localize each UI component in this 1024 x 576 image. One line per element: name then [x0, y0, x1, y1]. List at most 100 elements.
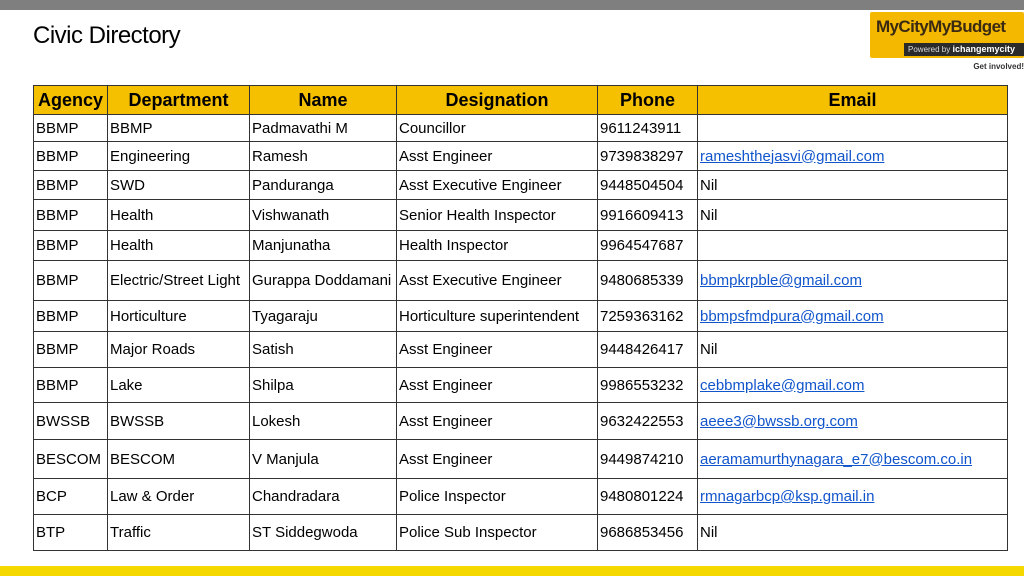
table-row: BTP Traffic ST Siddegwoda Police Sub Ins…: [33, 514, 1008, 551]
cell-department: BESCOM: [107, 439, 250, 479]
cell-designation: Police Sub Inspector: [396, 514, 598, 551]
cell-designation: Asst Executive Engineer: [396, 170, 598, 200]
header-agency: Agency: [33, 85, 108, 115]
cell-designation: Asst Executive Engineer: [396, 260, 598, 301]
cell-agency: BESCOM: [33, 439, 108, 479]
cell-email: [697, 114, 1008, 142]
table-row: BBMP BBMP Padmavathi M Councillor 961124…: [33, 114, 1008, 142]
cell-phone: 9632422553: [597, 402, 698, 440]
cell-email: aeramamurthynagara_e7@bescom.co.in: [697, 439, 1008, 479]
email-link[interactable]: rmnagarbcp@ksp.gmail.in: [700, 488, 874, 505]
cell-designation: Health Inspector: [396, 230, 598, 261]
cell-agency: BWSSB: [33, 402, 108, 440]
cell-department: Lake: [107, 367, 250, 403]
cell-agency: BTP: [33, 514, 108, 551]
email-link[interactable]: aeramamurthynagara_e7@bescom.co.in: [700, 451, 972, 468]
cell-agency: BBMP: [33, 331, 108, 368]
cell-department: Engineering: [107, 141, 250, 171]
cell-name: Satish: [249, 331, 397, 368]
cell-phone: 9449874210: [597, 439, 698, 479]
table-row: BBMP Electric/Street Light Gurappa Dodda…: [33, 260, 1008, 301]
cell-phone: 7259363162: [597, 300, 698, 332]
cell-designation: Councillor: [396, 114, 598, 142]
cell-agency: BCP: [33, 478, 108, 515]
cell-email: cebbmplake@gmail.com: [697, 367, 1008, 403]
table-row: BWSSB BWSSB Lokesh Asst Engineer 9632422…: [33, 402, 1008, 440]
cell-designation: Asst Engineer: [396, 331, 598, 368]
table-row: BBMP Horticulture Tyagaraju Horticulture…: [33, 300, 1008, 332]
cell-phone: 9480801224: [597, 478, 698, 515]
table-header-row: Agency Department Name Designation Phone…: [33, 85, 1008, 115]
email-link[interactable]: bbmpkrpble@gmail.com: [700, 272, 862, 289]
email-link[interactable]: bbmpsfmdpura@gmail.com: [700, 308, 884, 325]
cell-agency: BBMP: [33, 367, 108, 403]
email-link[interactable]: rameshthejasvi@gmail.com: [700, 148, 884, 165]
cell-email: rameshthejasvi@gmail.com: [697, 141, 1008, 171]
cell-designation: Asst Engineer: [396, 402, 598, 440]
header-name: Name: [249, 85, 397, 115]
cell-designation: Police Inspector: [396, 478, 598, 515]
cell-agency: BBMP: [33, 114, 108, 142]
page-title: Civic Directory: [33, 22, 181, 49]
header-phone: Phone: [597, 85, 698, 115]
table-row: BESCOM BESCOM V Manjula Asst Engineer 94…: [33, 439, 1008, 479]
table-row: BBMP Health Vishwanath Senior Health Ins…: [33, 199, 1008, 231]
cell-email: Nil: [697, 331, 1008, 368]
cell-name: Lokesh: [249, 402, 397, 440]
cell-email: bbmpsfmdpura@gmail.com: [697, 300, 1008, 332]
cell-name: Gurappa Doddamani: [249, 260, 397, 301]
cell-email: Nil: [697, 170, 1008, 200]
email-link[interactable]: aeee3@bwssb.org.com: [700, 413, 858, 430]
logo-powered-by: Powered by: [908, 45, 951, 54]
cell-agency: BBMP: [33, 300, 108, 332]
cell-phone: 9916609413: [597, 199, 698, 231]
logo-tagline: Get involved!: [973, 62, 1024, 71]
cell-name: Tyagaraju: [249, 300, 397, 332]
cell-phone: 9448426417: [597, 331, 698, 368]
cell-name: Manjunatha: [249, 230, 397, 261]
table-row: BBMP Major Roads Satish Asst Engineer 94…: [33, 331, 1008, 368]
logo-name: MyCityMyBudget: [876, 17, 1006, 36]
cell-phone: 9448504504: [597, 170, 698, 200]
table-row: BBMP Health Manjunatha Health Inspector …: [33, 230, 1008, 261]
cell-agency: BBMP: [33, 141, 108, 171]
logo-background: MyCityMyBudget Powered by ichangemycity: [870, 12, 1024, 58]
header-email: Email: [697, 85, 1008, 115]
cell-name: Vishwanath: [249, 199, 397, 231]
cell-email: Nil: [697, 199, 1008, 231]
cell-name: Panduranga: [249, 170, 397, 200]
cell-department: Horticulture: [107, 300, 250, 332]
cell-designation: Horticulture superintendent: [396, 300, 598, 332]
table-row: BBMP Lake Shilpa Asst Engineer 998655323…: [33, 367, 1008, 403]
cell-department: Electric/Street Light: [107, 260, 250, 301]
mycitymybudget-logo: MyCityMyBudget Powered by ichangemycity …: [870, 12, 1024, 74]
cell-department: Traffic: [107, 514, 250, 551]
cell-phone: 9480685339: [597, 260, 698, 301]
cell-phone: 9739838297: [597, 141, 698, 171]
cell-name: Ramesh: [249, 141, 397, 171]
cell-agency: BBMP: [33, 260, 108, 301]
cell-email: rmnagarbcp@ksp.gmail.in: [697, 478, 1008, 515]
cell-phone: 9686853456: [597, 514, 698, 551]
header-designation: Designation: [396, 85, 598, 115]
table-row: BCP Law & Order Chandradara Police Inspe…: [33, 478, 1008, 515]
bottom-band: [0, 566, 1024, 576]
cell-name: V Manjula: [249, 439, 397, 479]
cell-department: Major Roads: [107, 331, 250, 368]
cell-department: SWD: [107, 170, 250, 200]
cell-designation: Asst Engineer: [396, 367, 598, 403]
cell-designation: Asst Engineer: [396, 141, 598, 171]
cell-department: Health: [107, 199, 250, 231]
directory-table: Agency Department Name Designation Phone…: [33, 85, 1008, 551]
header-department: Department: [107, 85, 250, 115]
table-row: BBMP SWD Panduranga Asst Executive Engin…: [33, 170, 1008, 200]
table-row: BBMP Engineering Ramesh Asst Engineer 97…: [33, 141, 1008, 171]
email-link[interactable]: cebbmplake@gmail.com: [700, 377, 864, 394]
cell-name: Chandradara: [249, 478, 397, 515]
logo-brand: ichangemycity: [952, 44, 1016, 54]
cell-phone: 9986553232: [597, 367, 698, 403]
cell-department: BBMP: [107, 114, 250, 142]
cell-email: bbmpkrpble@gmail.com: [697, 260, 1008, 301]
top-band: [0, 0, 1024, 10]
cell-designation: Asst Engineer: [396, 439, 598, 479]
